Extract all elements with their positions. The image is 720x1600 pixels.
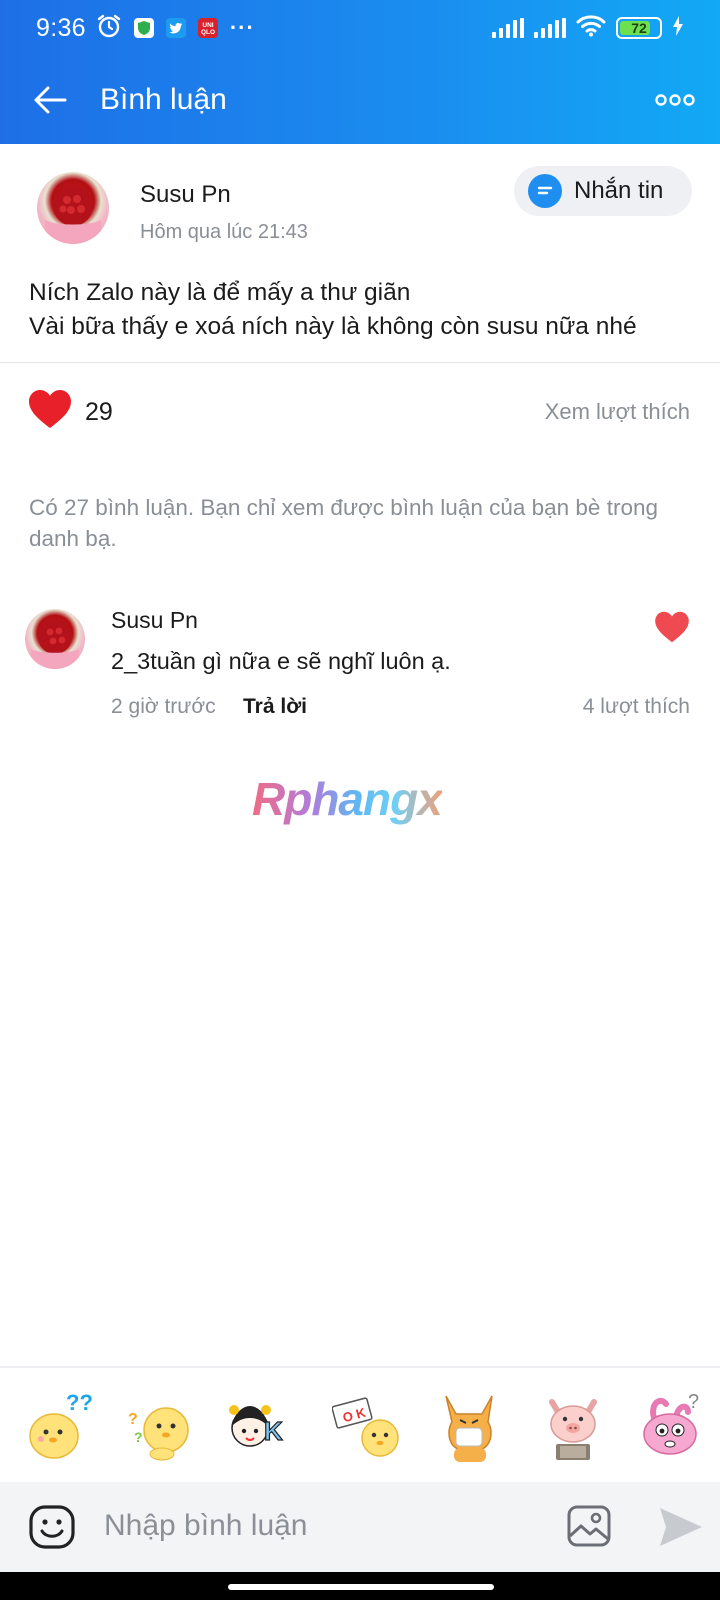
sticker-girl-ok-icon[interactable]: K (226, 1388, 300, 1464)
sticker-fox-mask-icon[interactable] (434, 1388, 508, 1464)
divider (0, 362, 720, 363)
back-button[interactable] (0, 56, 100, 144)
svg-text:UNI: UNI (202, 22, 213, 29)
page-title: Bình luận (100, 83, 227, 116)
comment-author-name[interactable]: Susu Pn (111, 607, 198, 634)
arrow-left-icon (34, 86, 67, 114)
home-indicator[interactable] (228, 1584, 494, 1590)
svg-text:K: K (264, 1416, 283, 1446)
reply-button[interactable]: Trả lời (243, 695, 307, 719)
post-timestamp: Hôm qua lúc 21:43 (140, 221, 308, 243)
emoji-icon[interactable] (28, 1504, 76, 1555)
author-avatar[interactable] (37, 172, 109, 244)
more-notifications-icon: ··· (229, 15, 255, 40)
status-bar: 9:36 UNI QLO ··· 72 (0, 0, 720, 56)
status-time: 9:36 (36, 13, 86, 42)
system-icons: 72 (492, 14, 684, 42)
sticker-pig-icon[interactable] (536, 1388, 610, 1464)
comment-input[interactable] (104, 1496, 534, 1556)
message-button[interactable]: Nhắn tin (514, 166, 692, 216)
sticker-pink-rabbit-icon[interactable]: ? (636, 1388, 710, 1464)
post-text-line: Ních Zalo này là để mấy a thư giãn (29, 279, 411, 306)
signal-icon (534, 18, 566, 38)
watermark: Rphangx (252, 773, 443, 825)
send-icon[interactable] (658, 1506, 704, 1553)
wifi-icon (576, 14, 606, 42)
svg-text:QLO: QLO (201, 29, 215, 36)
comments-notice: Có 27 bình luận. Bạn chỉ xem được bình l… (29, 495, 658, 551)
svg-text:?: ? (134, 1429, 143, 1445)
message-button-label: Nhắn tin (574, 177, 664, 204)
comment-like-count[interactable]: 4 lượt thích (583, 695, 690, 719)
see-likes-link[interactable]: Xem lượt thích (545, 399, 690, 425)
svg-text:?: ? (128, 1411, 138, 1428)
svg-text:??: ?? (66, 1390, 93, 1415)
shield-app-icon (133, 18, 154, 38)
battery-icon: 72 (616, 17, 662, 39)
image-icon[interactable] (566, 1504, 612, 1553)
likes-row: 29 Xem lượt thích (0, 385, 720, 445)
app-bar: Bình luận (0, 56, 720, 144)
twitter-icon (165, 18, 186, 38)
post-text-line: Vài bữa thấy e xoá ních này là không còn… (29, 313, 637, 340)
sticker-chick-confused-icon[interactable]: ?? (124, 1388, 198, 1464)
more-dots-icon (655, 94, 695, 106)
alarm-icon (96, 13, 122, 44)
chat-bubble-icon (528, 174, 562, 208)
comment-timestamp: 2 giờ trước (111, 695, 216, 718)
heart-icon[interactable] (28, 389, 72, 434)
notification-icons: UNI QLO ··· (96, 13, 255, 44)
post-content: Ních Zalo này là để mấy a thư giãn Vài b… (29, 276, 709, 344)
more-options-button[interactable] (630, 56, 720, 144)
comment-heart-icon[interactable] (654, 611, 690, 648)
charging-icon (672, 15, 684, 41)
sticker-chick-question-icon[interactable]: ?? (22, 1388, 96, 1464)
like-count: 29 (85, 398, 113, 426)
comment-text: 2_3tuần gì nữa e sẽ nghĩ luôn ạ. (111, 648, 451, 674)
comment-input-bar (0, 1482, 720, 1572)
uniqlo-icon: UNI QLO (197, 18, 218, 38)
post-author-name[interactable]: Susu Pn (140, 181, 231, 209)
navigation-bar (0, 1572, 720, 1600)
sticker-chick-ok-sign-icon[interactable]: O K (331, 1388, 406, 1464)
signal-icon (492, 18, 524, 38)
sticker-bar: ?? ?? K O K ? (0, 1366, 720, 1482)
comment-avatar[interactable] (25, 609, 85, 669)
